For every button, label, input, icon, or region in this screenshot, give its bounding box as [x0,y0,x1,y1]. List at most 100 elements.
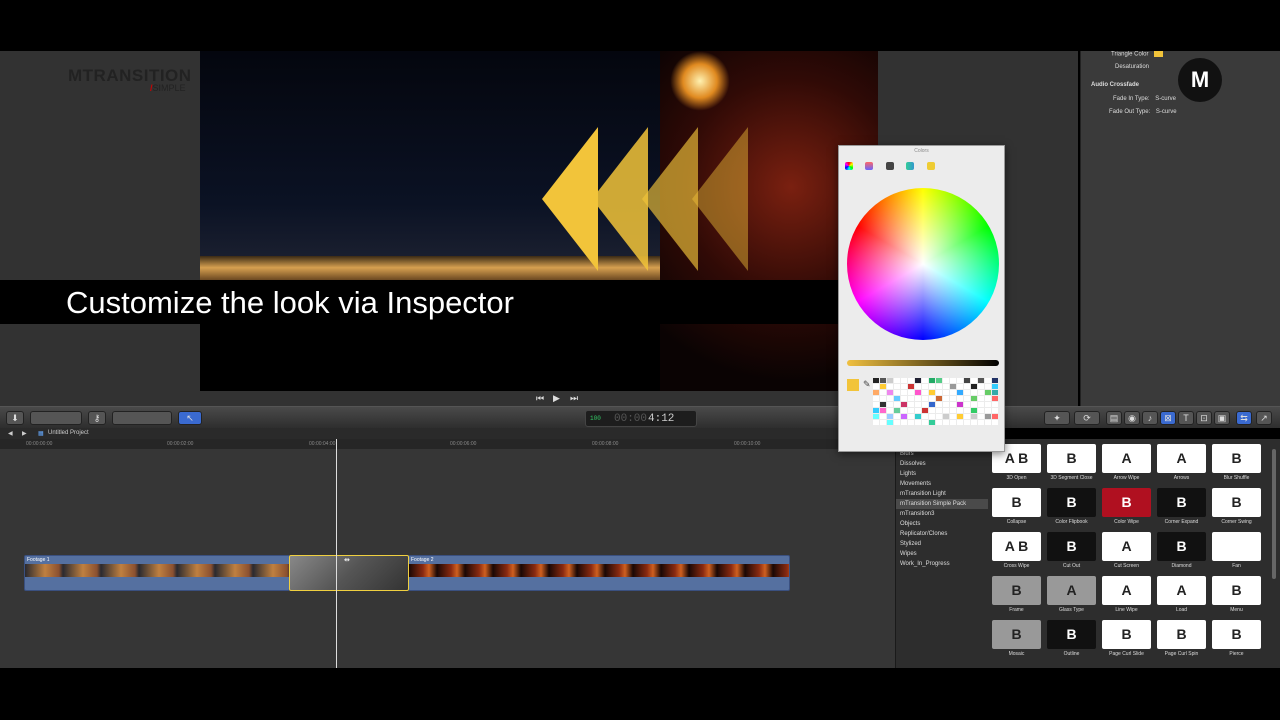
browser-scrollbar[interactable] [1272,449,1276,579]
category-item[interactable]: Replicator/Clones [896,529,988,539]
palette-swatch[interactable] [929,402,935,407]
generators-icon[interactable]: ⊡ [1196,411,1212,425]
palette-swatch[interactable] [887,378,893,383]
image-palettes-mode-icon[interactable] [906,162,915,170]
palette-swatch[interactable] [894,384,900,389]
palette-swatch[interactable] [943,396,949,401]
palette-swatch[interactable] [964,384,970,389]
palette-swatch[interactable] [985,408,991,413]
palette-swatch[interactable] [936,408,942,413]
transition-tile[interactable]: Fan [1212,532,1261,574]
palette-swatch[interactable] [887,390,893,395]
palette-swatch[interactable] [943,408,949,413]
transition-tile[interactable]: B Color Wipe [1102,488,1151,530]
palette-swatch[interactable] [936,390,942,395]
palette-swatch[interactable] [922,402,928,407]
palette-swatch[interactable] [901,390,907,395]
palette-swatch[interactable] [908,378,914,383]
library-buttons[interactable] [30,411,82,425]
transition-clip[interactable]: ⇹ [289,555,409,591]
play-icon[interactable]: ▶ [553,393,560,404]
transition-tile[interactable]: B 3D Segment Close [1047,444,1096,486]
palette-swatch[interactable] [985,402,991,407]
transitions-browser-icon[interactable]: ⊠ [1160,411,1176,425]
palette-swatch[interactable] [943,414,949,419]
palette-swatch[interactable] [971,420,977,425]
palette-swatch[interactable] [957,402,963,407]
palette-swatch[interactable] [985,390,991,395]
palette-swatch[interactable] [992,384,998,389]
category-item[interactable]: mTransition Light [896,489,988,499]
palette-swatch[interactable] [978,384,984,389]
transition-tile[interactable]: B Menu [1212,576,1261,618]
palette-swatch[interactable] [971,408,977,413]
music-icon[interactable]: ♪ [1142,411,1158,425]
palette-swatch[interactable] [915,378,921,383]
transition-tile[interactable]: A Arrows [1157,444,1206,486]
palette-swatch[interactable] [887,396,893,401]
transition-tile[interactable]: B Page Curl Slide [1102,620,1151,662]
import-icon[interactable]: ⬇ [6,411,24,425]
retime-icon[interactable]: ⟳ [1074,411,1100,425]
palette-swatch[interactable] [957,384,963,389]
palette-swatch[interactable] [880,384,886,389]
palette-swatch[interactable] [950,420,956,425]
transition-tile[interactable]: B Cut Out [1047,532,1096,574]
share-icon[interactable]: ↗ [1256,411,1272,425]
palette-swatch[interactable] [964,414,970,419]
category-item[interactable]: mTransition Simple Pack [896,499,988,509]
fade-out-value[interactable]: S-curve [1156,109,1177,115]
palette-swatch[interactable] [992,390,998,395]
inspector-row-fade-out[interactable]: Fade Out Type: S-curve [1109,109,1177,115]
palette-swatch[interactable] [929,396,935,401]
palette-swatch[interactable] [894,402,900,407]
transition-tile[interactable]: A Arrow Wipe [1102,444,1151,486]
palette-swatch[interactable] [957,378,963,383]
palette-swatch[interactable] [880,390,886,395]
palette-swatch[interactable] [992,378,998,383]
color-wheel[interactable] [847,188,999,340]
palette-swatch[interactable] [887,420,893,425]
project-name[interactable]: Untitled Project [48,430,89,436]
palette-swatch[interactable] [929,384,935,389]
palette-swatch[interactable] [873,396,879,401]
palette-swatch[interactable] [887,402,893,407]
palette-swatch[interactable] [936,396,942,401]
palette-swatch[interactable] [915,408,921,413]
palette-swatch[interactable] [985,384,991,389]
transition-tile[interactable]: B Blur Shuffle [1212,444,1261,486]
palette-swatch[interactable] [964,390,970,395]
palette-swatch[interactable] [964,408,970,413]
color-wheel-mode-icon[interactable] [845,162,853,170]
palette-swatch[interactable] [936,414,942,419]
palette-swatch[interactable] [880,420,886,425]
palette-swatch[interactable] [894,414,900,419]
palette-swatch[interactable] [915,390,921,395]
palette-swatch[interactable] [922,414,928,419]
category-item[interactable]: Wipes [896,549,988,559]
palette-swatch[interactable] [957,414,963,419]
triangle-color-swatch[interactable] [1154,51,1164,57]
palette-swatch[interactable] [908,390,914,395]
transition-tile[interactable]: B Color Flipbook [1047,488,1096,530]
inspector-row-fade-in[interactable]: Fade In Type: S-curve [1113,96,1176,102]
palette-swatch[interactable] [978,390,984,395]
category-item[interactable]: Stylized [896,539,988,549]
palette-swatch[interactable] [894,390,900,395]
transition-tile[interactable]: B Page Curl Spin [1157,620,1206,662]
palette-swatch[interactable] [978,402,984,407]
palette-swatch[interactable] [880,396,886,401]
palette-swatch[interactable] [873,390,879,395]
forward-icon[interactable]: ▶ [22,430,27,437]
category-item[interactable]: mTransition3 [896,509,988,519]
palette-swatch[interactable] [922,396,928,401]
palette-swatch[interactable] [971,390,977,395]
playhead[interactable] [336,439,337,668]
category-item[interactable]: Movements [896,479,988,489]
palette-swatch[interactable] [915,414,921,419]
palette-swatch[interactable] [971,384,977,389]
library-icon[interactable]: ▤ [1106,411,1122,425]
palette-swatch[interactable] [978,420,984,425]
clip-footage-1[interactable]: Footage 1 [24,555,290,591]
palette-swatch[interactable] [887,414,893,419]
